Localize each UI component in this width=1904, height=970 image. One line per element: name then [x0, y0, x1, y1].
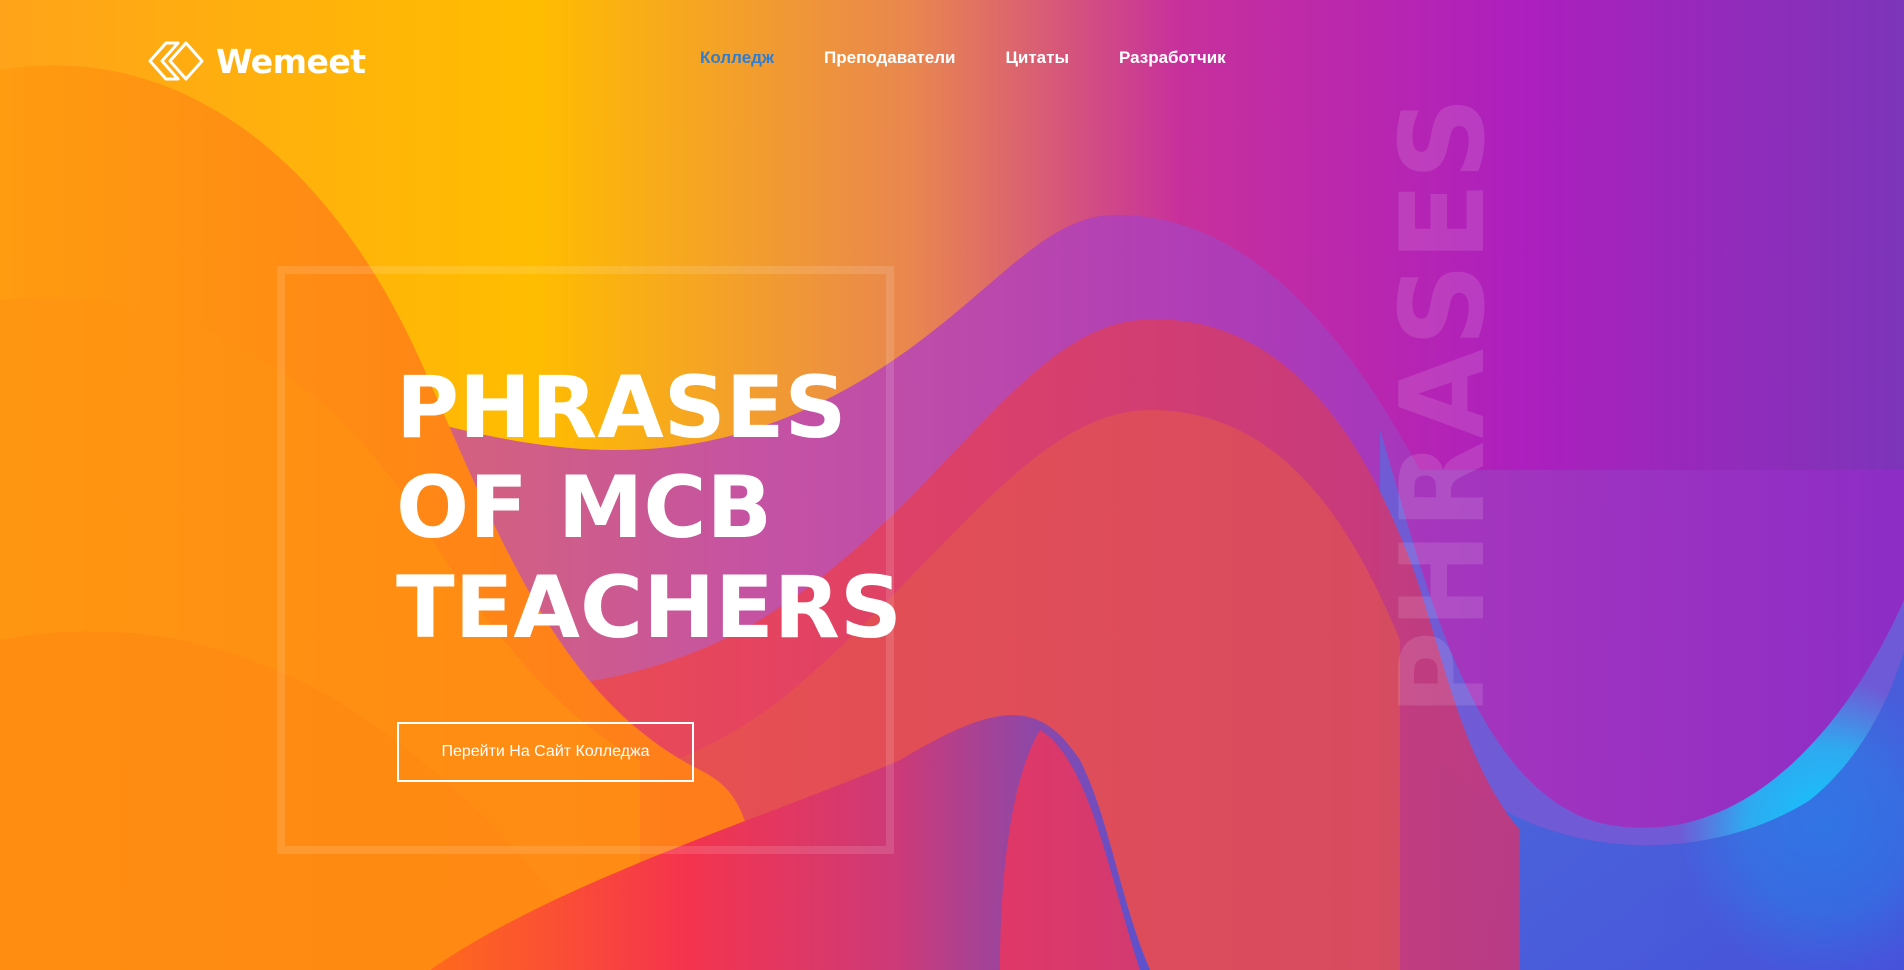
nav-item-quotes[interactable]: Цитаты	[1005, 48, 1069, 68]
hero-title: PHRASES OF MCB TEACHERS	[396, 358, 902, 658]
nav-item-teachers[interactable]: Преподаватели	[824, 48, 955, 68]
go-to-college-site-button[interactable]: Перейти На Сайт Колледжа	[397, 722, 694, 782]
brand-name: Wemeet	[216, 41, 366, 81]
brand-logo[interactable]: Wemeet	[148, 38, 366, 84]
wemeet-logo-icon	[148, 41, 204, 81]
main-nav: Колледж Преподаватели Цитаты Разработчик	[700, 48, 1276, 68]
vertical-watermark-text: PHRASES	[1376, 94, 1511, 716]
hero-title-line-1: PHRASES	[396, 358, 847, 458]
hero-title-line-2: OF MCB	[396, 458, 773, 558]
page: Wemeet Колледж Преподаватели Цитаты Разр…	[0, 0, 1904, 970]
nav-item-developer[interactable]: Разработчик	[1119, 48, 1226, 68]
site-header: Wemeet Колледж Преподаватели Цитаты Разр…	[0, 0, 1904, 120]
hero-title-line-3: TEACHERS	[396, 558, 902, 658]
nav-item-college[interactable]: Колледж	[700, 48, 774, 68]
